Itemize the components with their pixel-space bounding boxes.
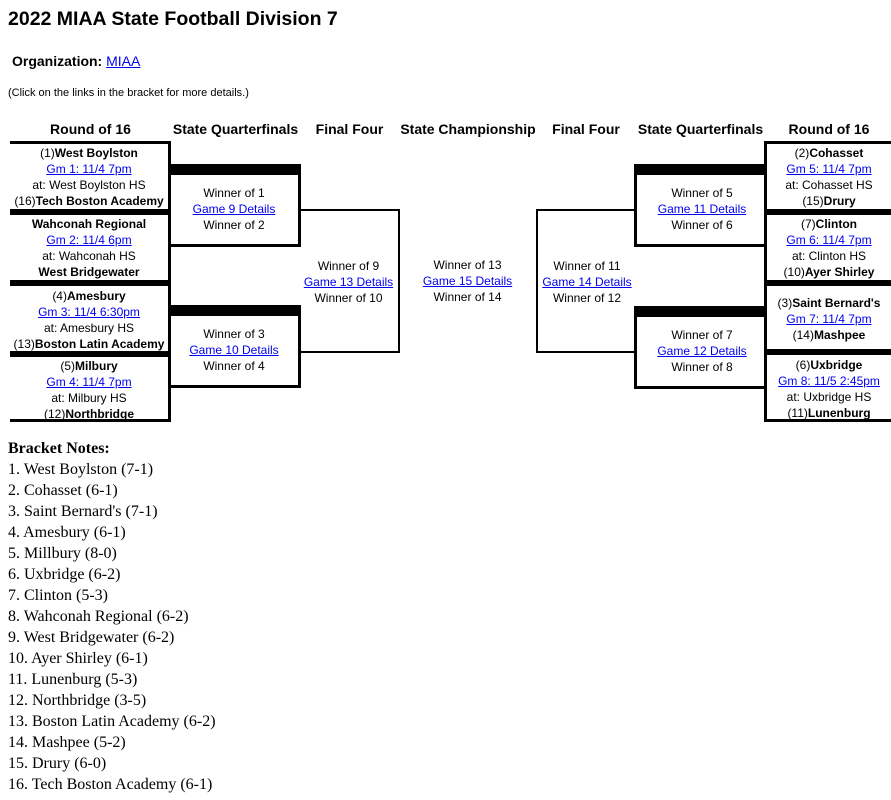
game-14-top: Winner of 11 <box>553 259 621 273</box>
game-1-link[interactable]: Gm 1: 11/4 7pm <box>10 161 168 177</box>
game-4-location: at: Milbury HS <box>51 391 127 405</box>
game-3-link[interactable]: Gm 3: 11/4 6:30pm <box>10 304 168 320</box>
game-3-top-team: (4)Amesbury <box>52 289 126 303</box>
game-7-bottom-team: (14)Mashpee <box>792 328 866 342</box>
game-4-top-team: (5)Milbury <box>60 359 118 373</box>
game-5-link[interactable]: Gm 5: 11/4 7pm <box>767 161 891 177</box>
game-6-top-team: (7)Clinton <box>801 217 857 231</box>
seed-note: 2. Cohasset (6-1) <box>8 482 118 499</box>
header-round-of-16-left: Round of 16 <box>50 121 131 137</box>
seed-note: 1. West Boylston (7-1) <box>8 461 154 478</box>
game-3-location: at: Amesbury HS <box>43 321 135 335</box>
game-5-bottom-team: (15)Drury <box>802 194 856 208</box>
game-15-top: Winner of 13 <box>433 258 502 272</box>
game-14-bottom: Winner of 12 <box>552 291 622 305</box>
game-1-location: at: West Boylston HS <box>32 178 146 192</box>
game-8-bottom-team: (11)Lunenburg <box>787 406 871 420</box>
game-10-box: Winner of 3 Game 10 Details Winner of 4 <box>170 305 301 388</box>
game-9-top: Winner of 1 <box>203 186 265 200</box>
game-12-top: Winner of 7 <box>671 328 733 342</box>
game-3-box: (4)Amesbury Gm 3: 11/4 6:30pm at: Amesbu… <box>10 283 171 354</box>
game-4-bottom-team: (12)Northbridge <box>43 407 134 421</box>
bracket-notes-list: 1. West Boylston (7-1) 2. Cohasset (6-1)… <box>8 459 216 795</box>
game-8-link[interactable]: Gm 8: 11/5 2:45pm <box>767 373 891 389</box>
game-13-bottom: Winner of 10 <box>314 291 383 305</box>
page-title: 2022 MIAA State Football Division 7 <box>8 8 338 30</box>
game-2-top-team: Wahconah Regional <box>31 217 147 231</box>
game-8-box: (6)Uxbridge Gm 8: 11/5 2:45pm at: Uxbrid… <box>764 352 891 422</box>
game-9-bottom: Winner of 2 <box>203 218 265 232</box>
game-7-link[interactable]: Gm 7: 11/4 7pm <box>767 311 891 327</box>
game-4-link[interactable]: Gm 4: 11/4 7pm <box>10 374 168 390</box>
seed-note: 8. Wahconah Regional (6-2) <box>8 608 189 625</box>
seed-note: 14. Mashpee (5-2) <box>8 734 126 751</box>
header-final-four-right: Final Four <box>552 121 620 137</box>
organization-label: Organization: <box>12 53 103 69</box>
game-14-box: Winner of 11 Game 14 Details Winner of 1… <box>536 209 636 353</box>
seed-note: 15. Drury (6-0) <box>8 755 107 772</box>
game-5-location: at: Cohasset HS <box>785 178 873 192</box>
header-quarterfinals-right: State Quarterfinals <box>637 121 764 137</box>
seed-note: 7. Clinton (5-3) <box>8 587 108 604</box>
seed-note: 6. Uxbridge (6-2) <box>8 566 121 583</box>
seed-note: 16. Tech Boston Academy (6-1) <box>8 776 213 793</box>
seed-note: 9. West Bridgewater (6-2) <box>8 629 175 646</box>
seed-note: 12. Northbridge (3-5) <box>8 692 147 709</box>
game-2-bottom-team: West Bridgewater <box>38 265 140 279</box>
game-13-link[interactable]: Game 13 Details <box>299 274 398 290</box>
seed-note: 3. Saint Bernard's (7-1) <box>8 503 158 520</box>
game-1-bottom-team: (16)Tech Boston Academy <box>14 194 164 208</box>
game-9-link[interactable]: Game 9 Details <box>170 201 298 217</box>
game-5-box: (2)Cohasset Gm 5: 11/4 7pm at: Cohasset … <box>764 141 891 212</box>
header-state-championship: State Championship <box>400 121 536 137</box>
game-15-championship: Winner of 13 Game 15 Details Winner of 1… <box>405 257 530 305</box>
game-13-top: Winner of 9 <box>317 259 380 273</box>
game-11-top: Winner of 5 <box>671 186 733 200</box>
game-6-location: at: Clinton HS <box>791 249 867 263</box>
game-14-link[interactable]: Game 14 Details <box>538 274 636 290</box>
game-3-bottom-team: (13)Boston Latin Academy <box>13 337 165 351</box>
game-11-bottom: Winner of 6 <box>671 218 733 232</box>
game-2-link[interactable]: Gm 2: 11/4 6pm <box>10 232 168 248</box>
game-9-box: Winner of 1 Game 9 Details Winner of 2 <box>170 164 301 247</box>
game-8-location: at: Uxbridge HS <box>786 390 872 404</box>
game-12-box: Winner of 7 Game 12 Details Winner of 8 <box>634 306 767 389</box>
game-12-bottom: Winner of 8 <box>671 360 733 374</box>
game-15-bottom: Winner of 14 <box>433 290 502 304</box>
game-12-link[interactable]: Game 12 Details <box>637 343 767 359</box>
game-8-top-team: (6)Uxbridge <box>795 358 863 372</box>
game-10-bottom: Winner of 4 <box>203 359 265 373</box>
game-5-top-team: (2)Cohasset <box>794 146 864 160</box>
game-6-box: (7)Clinton Gm 6: 11/4 7pm at: Clinton HS… <box>764 212 891 283</box>
seed-note: 5. Millbury (8-0) <box>8 545 117 562</box>
organization-link[interactable]: MIAA <box>106 53 140 69</box>
bracket-hint: (Click on the links in the bracket for m… <box>8 87 249 99</box>
game-2-box: Wahconah Regional Gm 2: 11/4 6pm at: Wah… <box>10 212 171 283</box>
header-quarterfinals-left: State Quarterfinals <box>172 121 299 137</box>
game-1-box: (1)West Boylston Gm 1: 11/4 7pm at: West… <box>10 141 171 212</box>
seed-note: 10. Ayer Shirley (6-1) <box>8 650 148 667</box>
game-6-bottom-team: (10)Ayer Shirley <box>783 265 875 279</box>
game-10-top: Winner of 3 <box>203 327 265 341</box>
game-6-link[interactable]: Gm 6: 11/4 7pm <box>767 232 891 248</box>
game-11-box: Winner of 5 Game 11 Details Winner of 6 <box>634 164 767 247</box>
game-7-top-team: (3)Saint Bernard's <box>777 296 881 310</box>
game-1-top-team: (1)West Boylston <box>40 146 138 160</box>
seed-note: 13. Boston Latin Academy (6-2) <box>8 713 216 730</box>
game-7-box: (3)Saint Bernard's Gm 7: 11/4 7pm (14)Ma… <box>764 283 891 352</box>
header-final-four-left: Final Four <box>315 121 384 137</box>
organization-row: Organization: MIAA <box>12 53 140 69</box>
game-4-box: (5)Milbury Gm 4: 11/4 7pm at: Milbury HS… <box>10 354 171 422</box>
seed-note: 11. Lunenburg (5-3) <box>8 671 138 688</box>
bracket-notes-heading: Bracket Notes: <box>8 440 110 457</box>
seed-note: 4. Amesbury (6-1) <box>8 524 126 541</box>
game-15-link[interactable]: Game 15 Details <box>405 273 530 289</box>
game-2-location: at: Wahconah HS <box>42 249 136 263</box>
game-11-link[interactable]: Game 11 Details <box>637 201 767 217</box>
bracket-notes: Bracket Notes: 1. West Boylston (7-1) 2.… <box>8 438 216 795</box>
game-10-link[interactable]: Game 10 Details <box>170 342 298 358</box>
game-13-box: Winner of 9 Game 13 Details Winner of 10 <box>299 209 400 353</box>
header-round-of-16-right: Round of 16 <box>788 121 870 137</box>
